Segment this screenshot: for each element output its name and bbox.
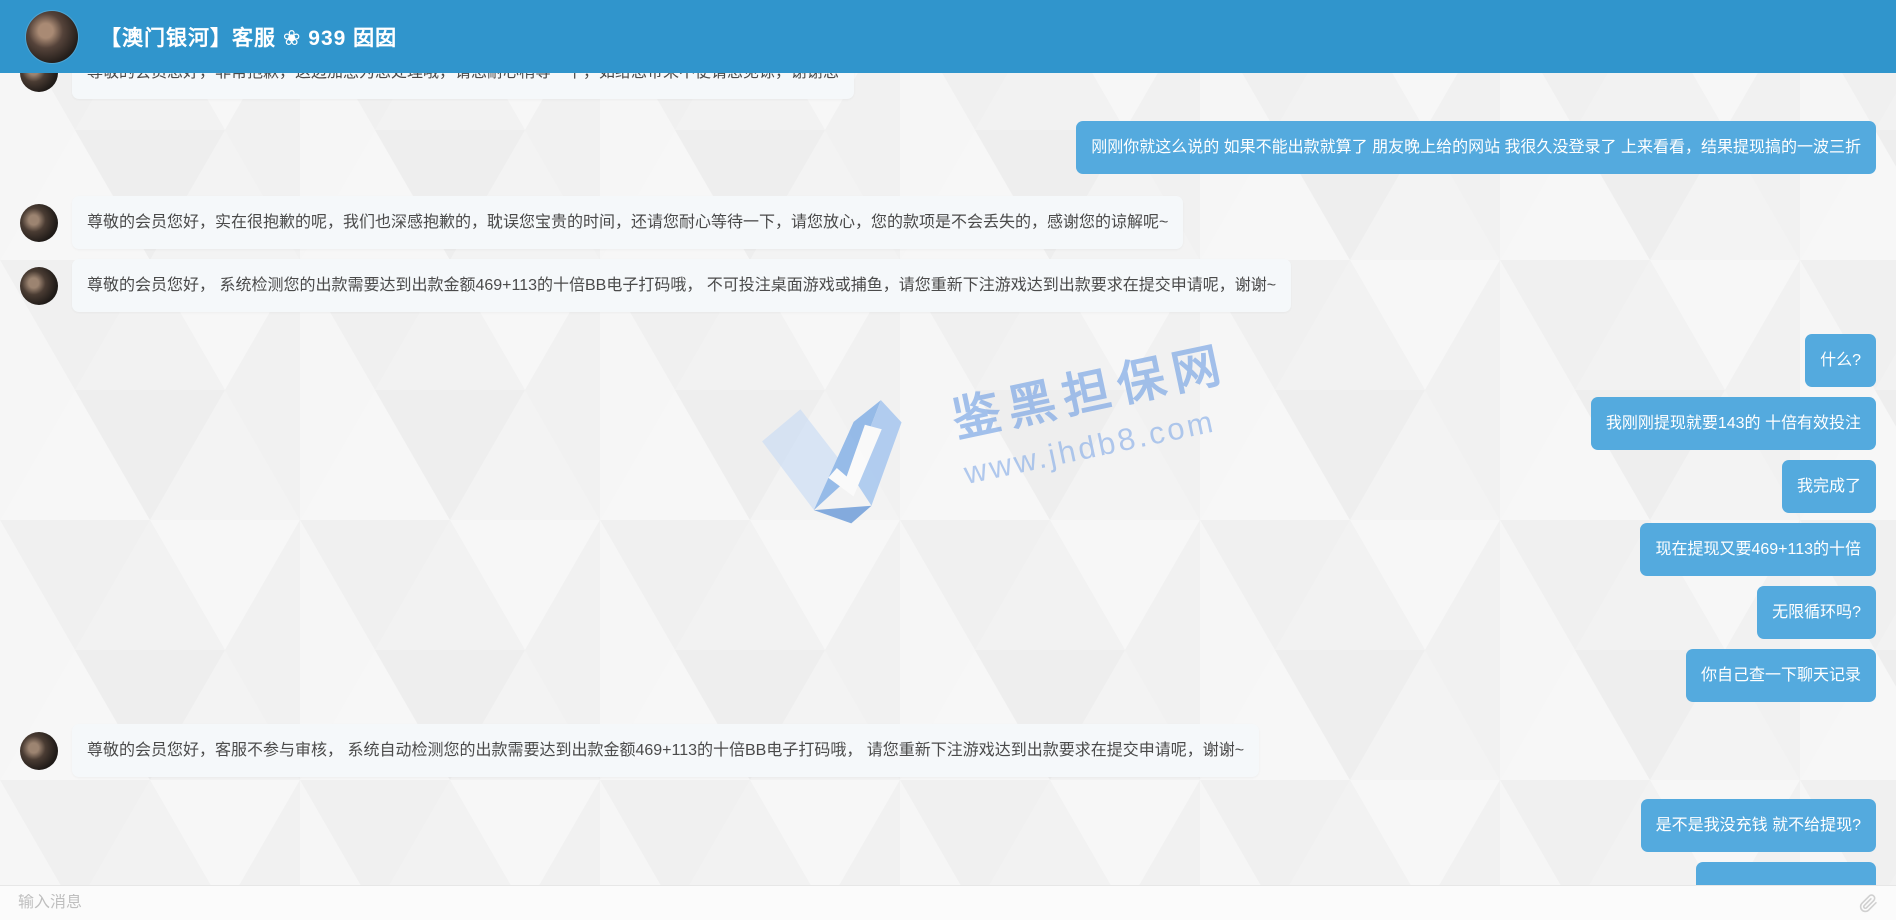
- chat-area[interactable]: 尊敬的会员您好，非常抱歉，这边加急为您处理哦，请您耐心稍等一下，如给您带来不便请…: [0, 73, 1896, 885]
- message-input[interactable]: [18, 894, 1847, 912]
- message-row: 无限循环吗?: [20, 586, 1876, 639]
- message-text: 我完成了: [1797, 478, 1861, 495]
- message-row: 尊敬的会员您好，非常抱歉，这边加急为您处理哦，请您耐心稍等一下，如给您带来不便请…: [20, 73, 1876, 99]
- message-text: 刚刚你就这么说的 如果不能出款就算了 朋友晚上给的网站 我很久没登录了 上来看看…: [1091, 139, 1861, 156]
- chat-bubble: 尊敬的会员您好，客服不参与审核， 系统自动检测您的出款需要达到出款金额469+1…: [72, 724, 1259, 777]
- message-text: 是不是我没充钱 就不给提现?: [1656, 817, 1861, 834]
- message-text: 尊敬的会员您好，非常抱歉，这边加急为您处理哦，请您耐心稍等一下，如给您带来不便请…: [87, 73, 839, 81]
- chat-bubble: [1696, 862, 1876, 885]
- message-text: 什么?: [1820, 352, 1861, 369]
- message-text: 我刚刚提现就要143的 十倍有效投注: [1606, 415, 1861, 432]
- chat-app: 尊敬的会员您好，非常抱歉，这边加急为您处理哦，请您耐心稍等一下，如给您带来不便请…: [0, 0, 1896, 920]
- message-row: 刚刚你就这么说的 如果不能出款就算了 朋友晚上给的网站 我很久没登录了 上来看看…: [20, 121, 1876, 174]
- message-text: 现在提现又要469+113的十倍: [1655, 541, 1861, 558]
- chat-bubble: 现在提现又要469+113的十倍: [1640, 523, 1876, 576]
- message-row: 我完成了: [20, 460, 1876, 513]
- chat-bubble: 我完成了: [1782, 460, 1876, 513]
- message-row: 尊敬的会员您好，实在很抱歉的呢，我们也深感抱歉的，耽误您宝贵的时间，还请您耐心等…: [20, 196, 1876, 249]
- agent-avatar: [20, 204, 58, 242]
- chat-bubble: 你自己查一下聊天记录: [1686, 649, 1876, 702]
- chat-header: 【澳门银河】客服 ❀ 939 囡囡: [0, 0, 1896, 73]
- agent-avatar[interactable]: [26, 11, 78, 63]
- chat-bubble: 无限循环吗?: [1757, 586, 1876, 639]
- message-text: 尊敬的会员您好，客服不参与审核， 系统自动检测您的出款需要达到出款金额469+1…: [87, 742, 1244, 759]
- message-row: 是不是我没充钱 就不给提现?: [20, 799, 1876, 852]
- message-row: 什么?: [20, 334, 1876, 387]
- chat-bubble: 是不是我没充钱 就不给提现?: [1641, 799, 1876, 852]
- message-row: 现在提现又要469+113的十倍: [20, 523, 1876, 576]
- chat-bubble: 尊敬的会员您好，非常抱歉，这边加急为您处理哦，请您耐心稍等一下，如给您带来不便请…: [72, 73, 854, 99]
- message-text: 无限循环吗?: [1772, 604, 1861, 621]
- agent-avatar: [20, 732, 58, 770]
- agent-avatar: [20, 73, 58, 92]
- chat-bubble: 尊敬的会员您好，实在很抱歉的呢，我们也深感抱歉的，耽误您宝贵的时间，还请您耐心等…: [72, 196, 1183, 249]
- message-row: 尊敬的会员您好，客服不参与审核， 系统自动检测您的出款需要达到出款金额469+1…: [20, 724, 1876, 777]
- chat-bubble: 什么?: [1805, 334, 1876, 387]
- message-row: 你自己查一下聊天记录: [20, 649, 1876, 702]
- message-text: 尊敬的会员您好， 系统检测您的出款需要达到出款金额469+113的十倍BB电子打…: [87, 277, 1276, 294]
- message-row: 我刚刚提现就要143的 十倍有效投注: [20, 397, 1876, 450]
- chat-bubble: 尊敬的会员您好， 系统检测您的出款需要达到出款金额469+113的十倍BB电子打…: [72, 259, 1291, 312]
- chat-bubble: 我刚刚提现就要143的 十倍有效投注: [1591, 397, 1876, 450]
- message-text: 你自己查一下聊天记录: [1701, 667, 1861, 684]
- composer-bar: [0, 885, 1896, 920]
- agent-avatar: [20, 267, 58, 305]
- message-row: [20, 862, 1876, 885]
- message-row: 尊敬的会员您好， 系统检测您的出款需要达到出款金额469+113的十倍BB电子打…: [20, 259, 1876, 312]
- paperclip-icon[interactable]: [1859, 894, 1878, 913]
- chat-title: 【澳门银河】客服 ❀ 939 囡囡: [100, 22, 397, 52]
- chat-bubble: 刚刚你就这么说的 如果不能出款就算了 朋友晚上给的网站 我很久没登录了 上来看看…: [1076, 121, 1876, 174]
- message-text: 尊敬的会员您好，实在很抱歉的呢，我们也深感抱歉的，耽误您宝贵的时间，还请您耐心等…: [87, 214, 1168, 231]
